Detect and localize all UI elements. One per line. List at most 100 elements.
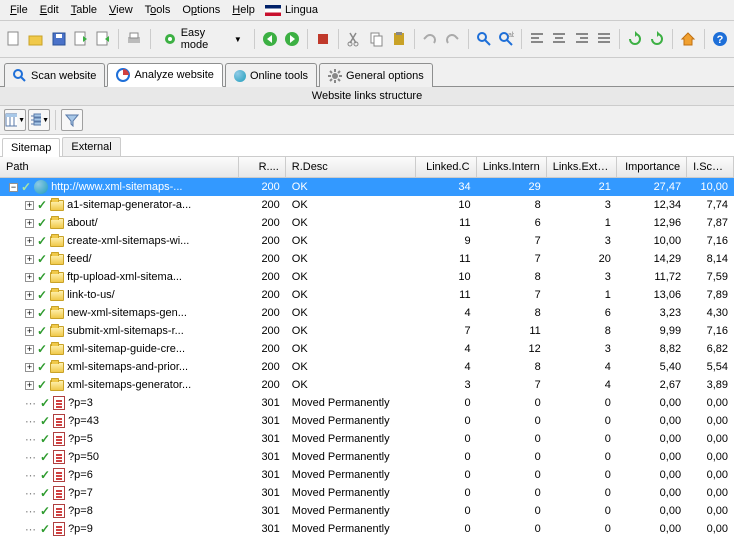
- tab-scan-website[interactable]: Scan website: [4, 63, 105, 87]
- refresh-button[interactable]: [625, 28, 645, 50]
- menu-view[interactable]: View: [103, 2, 139, 18]
- folder-icon: [50, 200, 64, 211]
- import-button[interactable]: [71, 28, 91, 50]
- home-button[interactable]: [678, 28, 698, 50]
- menu-file[interactable]: File: [4, 2, 34, 18]
- path-text: ?p=3: [68, 397, 93, 409]
- table-row[interactable]: +✓xml-sitemap-guide-cre...200OK41238,826…: [0, 340, 734, 358]
- col-linkedc[interactable]: Linked.C: [416, 157, 477, 177]
- expand-icon[interactable]: +: [25, 291, 34, 300]
- print-button[interactable]: [124, 28, 144, 50]
- find-button[interactable]: [474, 28, 494, 50]
- open-button[interactable]: [26, 28, 46, 50]
- forward-button[interactable]: [282, 28, 302, 50]
- table-row[interactable]: ⋯✓?p=3301Moved Permanently0000,000,00: [0, 394, 734, 412]
- path-text: xml-sitemap-guide-cre...: [67, 343, 185, 355]
- menu-edit[interactable]: Edit: [34, 2, 65, 18]
- expand-icon[interactable]: +: [25, 201, 34, 210]
- redo-button[interactable]: [442, 28, 462, 50]
- expand-icon[interactable]: +: [25, 255, 34, 264]
- path-text: ?p=5: [68, 433, 93, 445]
- cell-imp: 0,00: [617, 415, 687, 427]
- col-rcode[interactable]: R....: [239, 157, 286, 177]
- align4-button[interactable]: [594, 28, 614, 50]
- back-button[interactable]: [260, 28, 280, 50]
- table-row[interactable]: +✓create-xml-sitemaps-wi...200OK97310,00…: [0, 232, 734, 250]
- subtab-external[interactable]: External: [62, 137, 120, 156]
- align1-button[interactable]: [527, 28, 547, 50]
- table-row[interactable]: ⋯✓?p=6301Moved Permanently0000,000,00: [0, 466, 734, 484]
- menu-lingua[interactable]: Lingua: [265, 4, 318, 16]
- tab-analyze-website[interactable]: Analyze website: [107, 63, 223, 87]
- expand-icon[interactable]: +: [25, 237, 34, 246]
- expand-icon[interactable]: +: [25, 363, 34, 372]
- tab-online-tools[interactable]: Online tools: [225, 63, 317, 87]
- table-row[interactable]: +✓a1-sitemap-generator-a...200OK108312,3…: [0, 196, 734, 214]
- col-intern[interactable]: Links.Intern: [477, 157, 547, 177]
- save-button[interactable]: [49, 28, 69, 50]
- easy-mode-button[interactable]: Easy mode ▼: [155, 24, 248, 54]
- cut-button[interactable]: [344, 28, 364, 50]
- copy-button[interactable]: [367, 28, 387, 50]
- table-row[interactable]: +✓link-to-us/200OK117113,067,89: [0, 286, 734, 304]
- expand-icon[interactable]: +: [25, 345, 34, 354]
- table-row[interactable]: +✓new-xml-sitemaps-gen...200OK4863,234,3…: [0, 304, 734, 322]
- table-row[interactable]: −✓http://www.xml-sitemaps-...200OK342921…: [0, 178, 734, 196]
- align3-button[interactable]: [571, 28, 591, 50]
- cell-le: 0: [547, 451, 617, 463]
- new-button[interactable]: [4, 28, 24, 50]
- cell-path: +✓ftp-upload-xml-sitema...: [0, 270, 239, 284]
- cell-le: 0: [547, 487, 617, 499]
- col-extern[interactable]: Links.Extern: [547, 157, 617, 177]
- table-row[interactable]: ⋯✓?p=7301Moved Permanently0000,000,00: [0, 484, 734, 502]
- table-row[interactable]: ⋯✓?p=43301Moved Permanently0000,000,00: [0, 412, 734, 430]
- menu-help[interactable]: Help: [226, 2, 261, 18]
- table-row[interactable]: +✓ftp-upload-xml-sitema...200OK108311,72…: [0, 268, 734, 286]
- menu-tools[interactable]: Tools: [139, 2, 177, 18]
- cell-path: ⋯✓?p=8: [0, 504, 239, 518]
- menu-options[interactable]: Options: [176, 2, 226, 18]
- filter-button[interactable]: [61, 109, 83, 131]
- table-row[interactable]: ⋯✓?p=8301Moved Permanently0000,000,00: [0, 502, 734, 520]
- col-path[interactable]: Path: [0, 157, 239, 177]
- checkmark-icon: ✓: [37, 288, 47, 302]
- tab-general-options[interactable]: General options: [319, 63, 433, 87]
- menu-table[interactable]: Table: [65, 2, 103, 18]
- paste-button[interactable]: [389, 28, 409, 50]
- collapse-icon[interactable]: −: [9, 183, 18, 192]
- col-importance[interactable]: Importance: [617, 157, 687, 177]
- table-row[interactable]: +✓about/200OK116112,967,87: [0, 214, 734, 232]
- export-button[interactable]: [93, 28, 113, 50]
- stop-button[interactable]: [313, 28, 333, 50]
- replace-button[interactable]: ab: [496, 28, 516, 50]
- expand-icon[interactable]: +: [25, 219, 34, 228]
- table-row[interactable]: ⋯✓?p=9301Moved Permanently0000,000,00: [0, 520, 734, 538]
- table-row[interactable]: ⋯✓?p=5301Moved Permanently0000,000,00: [0, 430, 734, 448]
- expand-icon[interactable]: +: [25, 273, 34, 282]
- table-row[interactable]: +✓xml-sitemaps-and-prior...200OK4845,405…: [0, 358, 734, 376]
- expand-icon[interactable]: +: [25, 327, 34, 336]
- table-row[interactable]: ⋯✓?p=50301Moved Permanently0000,000,00: [0, 448, 734, 466]
- cell-le: 0: [547, 469, 617, 481]
- magnifier-icon: [13, 69, 27, 83]
- refresh-all-button[interactable]: [647, 28, 667, 50]
- col-rdesc[interactable]: R.Desc: [286, 157, 416, 177]
- table-row[interactable]: +✓feed/200OK1172014,298,14: [0, 250, 734, 268]
- help-button[interactable]: ?: [710, 28, 730, 50]
- undo-button[interactable]: [420, 28, 440, 50]
- subtab-sitemap[interactable]: Sitemap: [2, 138, 60, 157]
- table-row[interactable]: +✓submit-xml-sitemaps-r...200OK71189,997…: [0, 322, 734, 340]
- checkmark-icon: ✓: [40, 486, 50, 500]
- expand-icon[interactable]: +: [25, 381, 34, 390]
- table-row[interactable]: +✓xml-sitemaps-generator...200OK3742,673…: [0, 376, 734, 394]
- cell-le: 0: [547, 433, 617, 445]
- tree-view-button[interactable]: ▼: [28, 109, 50, 131]
- col-iscaled[interactable]: I.Scaled: [687, 157, 734, 177]
- columns-button[interactable]: ▼: [4, 109, 26, 131]
- path-text: ?p=43: [68, 415, 99, 427]
- cell-path: +✓xml-sitemaps-and-prior...: [0, 360, 239, 374]
- tree-leaf-icon: ⋯: [25, 523, 37, 536]
- cell-rdesc: Moved Permanently: [286, 397, 416, 409]
- align2-button[interactable]: [549, 28, 569, 50]
- expand-icon[interactable]: +: [25, 309, 34, 318]
